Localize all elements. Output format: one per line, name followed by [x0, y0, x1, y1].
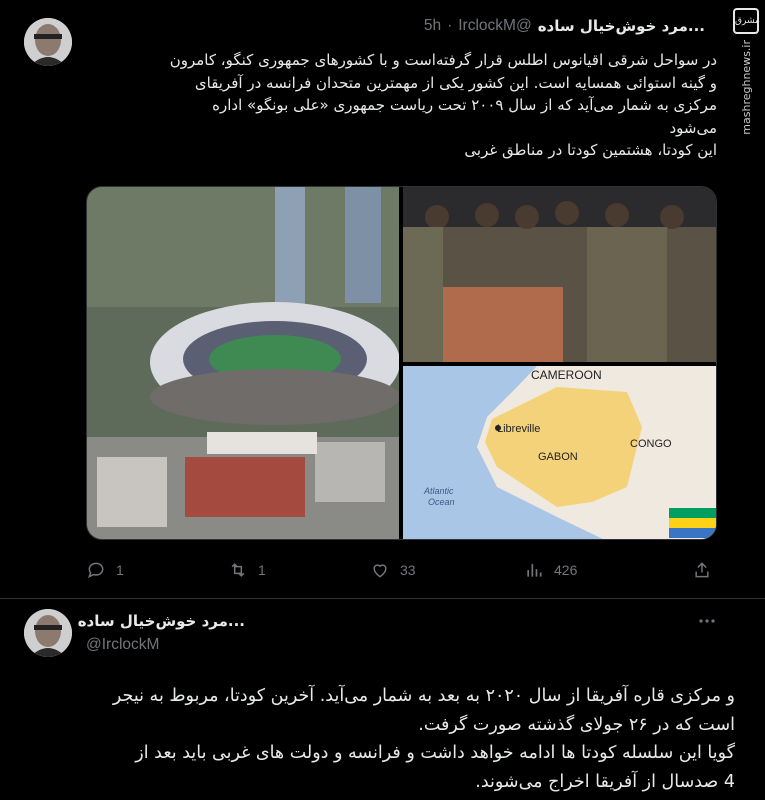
- views-button[interactable]: 426: [524, 556, 577, 584]
- reply-count: 1: [116, 562, 124, 578]
- retweet-icon: [231, 563, 245, 577]
- text-line: می‌شود: [669, 118, 717, 137]
- text-line: مرکزی به شمار می‌آید که از سال ۲۰۰۹ تحت …: [212, 96, 717, 114]
- tweet-time[interactable]: 5h: [424, 17, 441, 35]
- gabon-flag-icon: [669, 508, 716, 538]
- map-label-gabon: GABON: [538, 451, 578, 463]
- text-line: 4 صدسال از آفریقا اخراج می‌شوند.: [475, 771, 735, 792]
- tweet-text: در سواحل شرقی اقیانوس اطلس قرار گرفته‌اس…: [170, 49, 717, 162]
- tweet-actions: 1 1 33 426: [86, 556, 717, 584]
- soldiers-photo[interactable]: [403, 187, 717, 362]
- avatar[interactable]: [24, 18, 72, 66]
- text-line: این کودتا، هشتمین کودتا در مناطق غربی: [464, 141, 717, 159]
- tweet-text: و مرکزی قاره آفریقا از سال ۲۰۲۰ به بعد ب…: [113, 682, 735, 796]
- avatar[interactable]: [24, 609, 72, 657]
- tweet-divider: [0, 598, 765, 599]
- media-grid[interactable]: CAMEROON Libreville GABON CONGO Atlantic…: [86, 186, 717, 540]
- like-icon: [373, 564, 387, 578]
- share-button[interactable]: [692, 556, 712, 584]
- more-options-icon[interactable]: [698, 612, 716, 630]
- avatar-photo: [24, 609, 72, 657]
- map-label-atlantic: Atlantic: [423, 486, 454, 496]
- tweet-2[interactable]: ...مرد خوش‌خیال ساده @IrclockM و مرکزی ق…: [0, 600, 765, 800]
- retweet-button[interactable]: 1: [228, 556, 266, 584]
- stadium-photo[interactable]: [87, 187, 400, 540]
- views-icon: [527, 564, 542, 577]
- reply-icon: [88, 562, 104, 579]
- text-line: در سواحل شرقی اقیانوس اطلس قرار گرفته‌اس…: [169, 51, 717, 69]
- text-line: است که در ۲۶ جولای گذشته صورت گرفت.: [418, 714, 735, 735]
- map-label-cameroon: CAMEROON: [531, 368, 602, 382]
- text-line: و مرکزی قاره آفریقا از سال ۲۰۲۰ به بعد ب…: [112, 686, 735, 706]
- map-label-congo: CONGO: [630, 438, 672, 450]
- tweet-1[interactable]: ...مرد خوش‌خیال ساده @IrclockM · 5h در س…: [0, 0, 765, 600]
- map-label-libreville: Libreville: [497, 423, 540, 435]
- views-count: 426: [554, 562, 578, 578]
- avatar-photo: [24, 18, 72, 66]
- text-line: و گینه استوائی همسایه است. این کشور یکی …: [194, 73, 717, 92]
- author-name[interactable]: ...مرد خوش‌خیال ساده: [538, 17, 705, 35]
- text-line: گویا این سلسله کودتا ها ادامه خواهد داشت…: [135, 743, 735, 763]
- author-name[interactable]: ...مرد خوش‌خیال ساده: [78, 612, 245, 630]
- gabon-map[interactable]: CAMEROON Libreville GABON CONGO Atlantic…: [403, 366, 717, 540]
- reply-button[interactable]: 1: [86, 556, 124, 584]
- time-separator: ·: [447, 17, 453, 34]
- retweet-count: 1: [258, 562, 266, 578]
- share-icon: [695, 562, 709, 578]
- author-handle[interactable]: @IrclockM: [86, 636, 159, 654]
- like-count: 33: [400, 562, 416, 578]
- map-label-ocean: Ocean: [428, 497, 455, 507]
- tweet-header: ...مرد خوش‌خیال ساده @IrclockM · 5h: [424, 14, 705, 38]
- author-handle[interactable]: @IrclockM: [458, 17, 531, 35]
- like-button[interactable]: 33: [370, 556, 416, 584]
